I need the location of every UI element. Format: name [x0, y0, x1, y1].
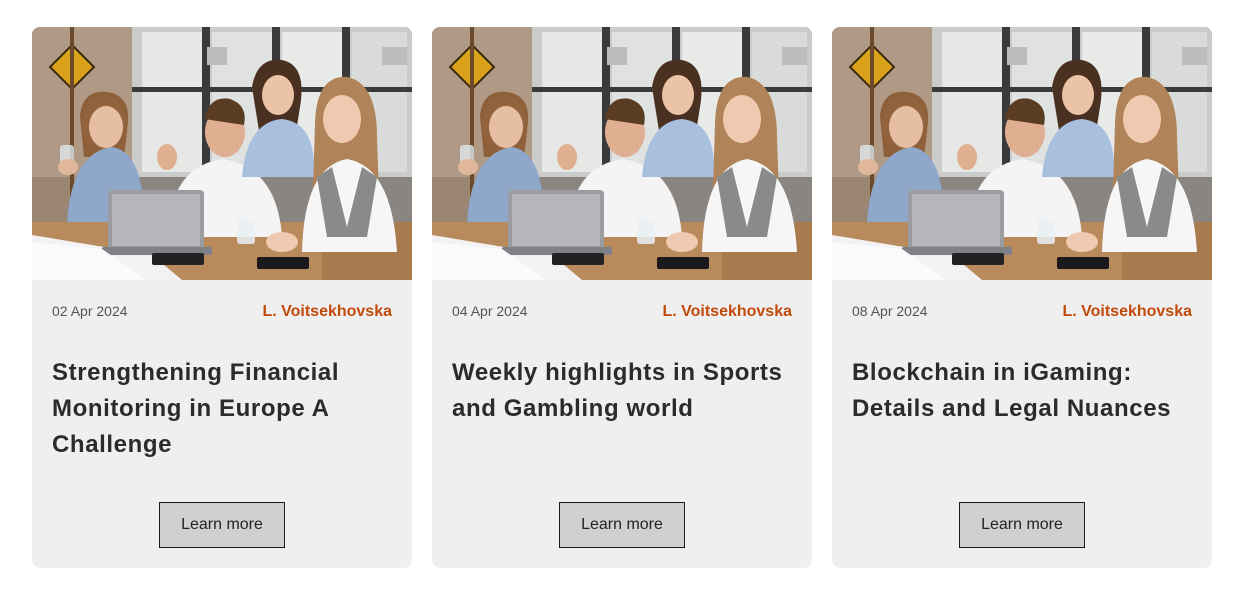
article-date: 02 Apr 2024	[52, 303, 128, 319]
article-card: 08 Apr 2024 L. Voitsekhovska Blockchain …	[832, 27, 1212, 568]
article-image[interactable]	[32, 27, 412, 280]
learn-more-button[interactable]: Learn more	[159, 502, 285, 548]
article-author[interactable]: L. Voitsekhovska	[1062, 303, 1192, 321]
article-meta: 02 Apr 2024 L. Voitsekhovska	[52, 303, 392, 321]
article-author[interactable]: L. Voitsekhovska	[662, 303, 792, 321]
article-image[interactable]	[432, 27, 812, 280]
learn-more-button[interactable]: Learn more	[559, 502, 685, 548]
article-meta: 04 Apr 2024 L. Voitsekhovska	[452, 303, 792, 321]
article-title[interactable]: Strengthening Financial Monitoring in Eu…	[52, 355, 392, 463]
article-date: 08 Apr 2024	[852, 303, 928, 319]
learn-more-button[interactable]: Learn more	[959, 502, 1085, 548]
article-title[interactable]: Weekly highlights in Sports and Gambling…	[452, 355, 792, 427]
article-title[interactable]: Blockchain in iGaming: Details and Legal…	[852, 355, 1192, 427]
article-card: 02 Apr 2024 L. Voitsekhovska Strengtheni…	[32, 27, 412, 568]
article-image[interactable]	[832, 27, 1212, 280]
article-date: 04 Apr 2024	[452, 303, 528, 319]
article-meta: 08 Apr 2024 L. Voitsekhovska	[852, 303, 1192, 321]
article-cards: 02 Apr 2024 L. Voitsekhovska Strengtheni…	[32, 27, 1212, 568]
article-card: 04 Apr 2024 L. Voitsekhovska Weekly high…	[432, 27, 812, 568]
article-author[interactable]: L. Voitsekhovska	[262, 303, 392, 321]
